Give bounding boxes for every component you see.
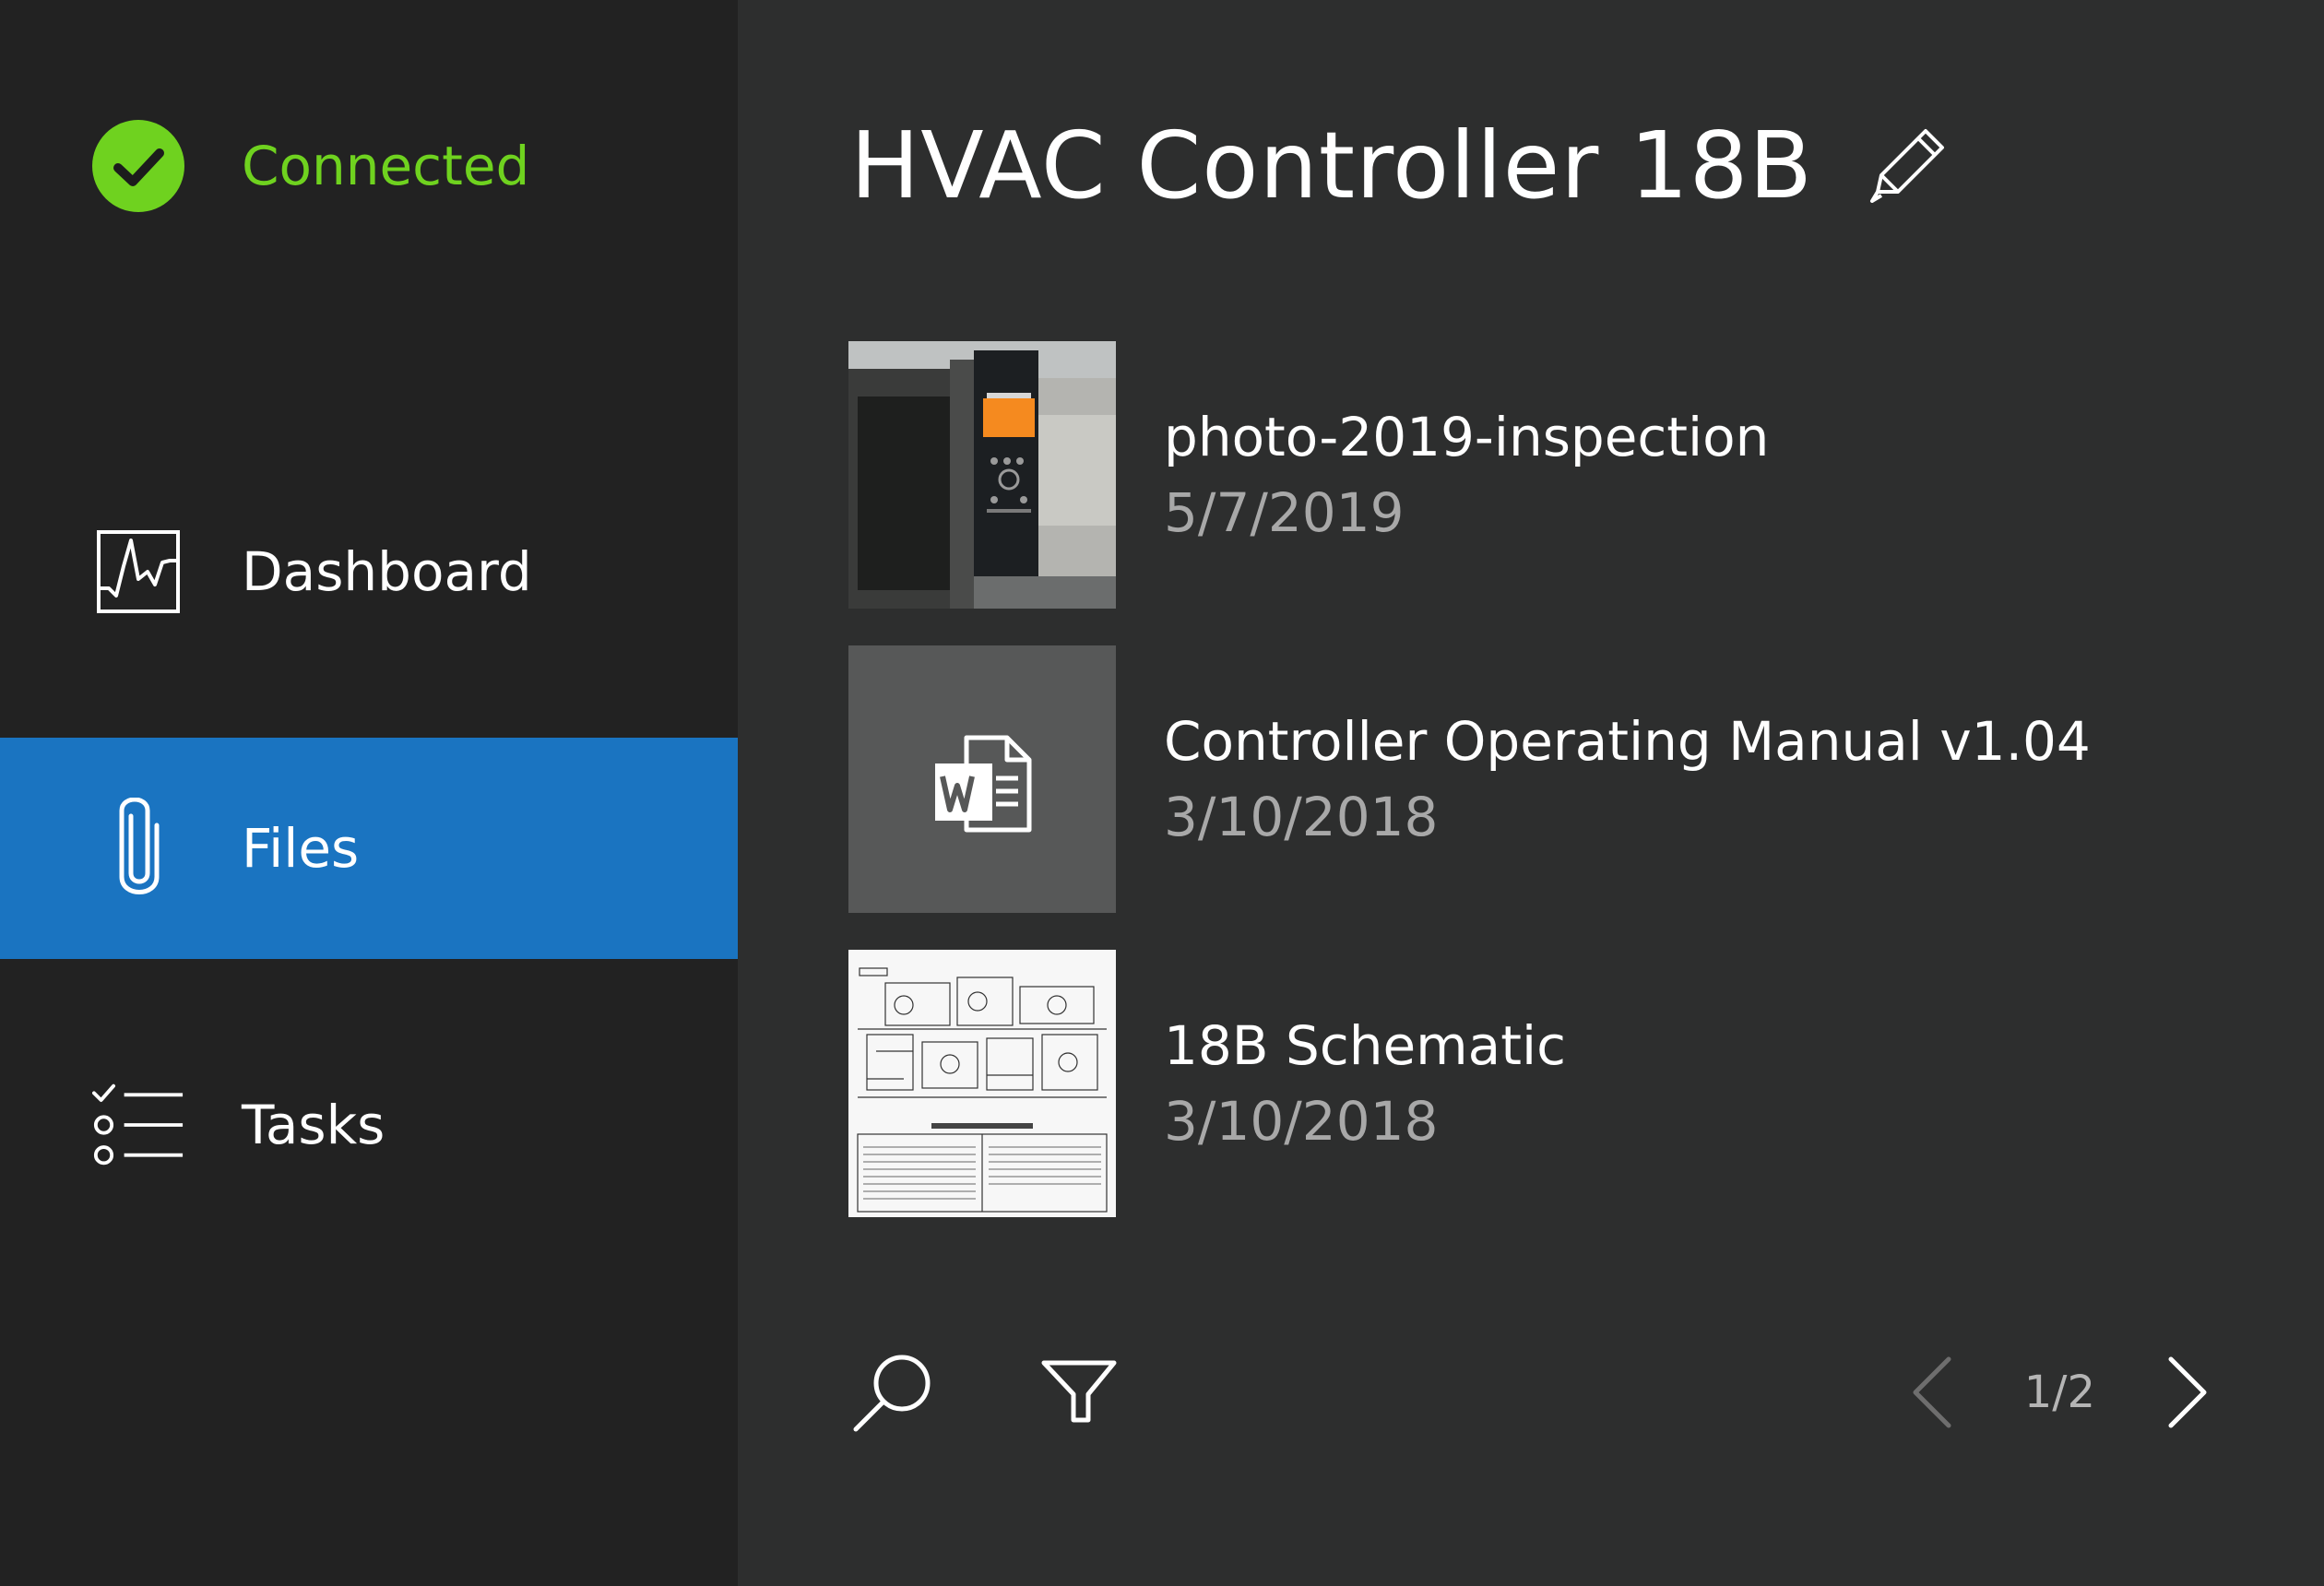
connection-status: Connected [92,120,529,212]
sidebar-item-label: Files [242,817,360,880]
sidebar-item-label: Tasks [242,1094,385,1156]
file-text: photo-2019-inspection 5/7/2019 [1164,404,1769,547]
file-text: Controller Operating Manual v1.04 3/10/2… [1164,708,2091,851]
sidebar: Connected Dashboard Files Tasks [0,0,738,1586]
photo-thumbnail [848,341,1116,609]
file-date: 3/10/2018 [1164,1090,1439,1153]
main-content: HVAC Controller 18B photo-2019-inspectio… [738,0,2324,1586]
checklist-icon [92,1079,184,1171]
search-icon[interactable] [848,1346,941,1438]
file-item[interactable]: 18B Schematic 3/10/2018 [848,950,2232,1217]
pager: 1/2 [1897,1346,2223,1438]
file-name: photo-2019-inspection [1164,405,1770,468]
title-row: HVAC Controller 18B [850,101,1950,231]
file-list: photo-2019-inspection 5/7/2019 Controlle… [848,341,2232,1254]
chevron-right-icon[interactable] [2158,1346,2223,1438]
file-name: Controller Operating Manual v1.04 [1164,709,2091,773]
sidebar-item-label: Dashboard [242,540,532,603]
page-indicator: 1/2 [2023,1367,2095,1418]
file-date: 5/7/2019 [1164,481,1405,544]
file-item[interactable]: Controller Operating Manual v1.04 3/10/2… [848,645,2232,913]
paperclip-icon [92,798,184,894]
connection-status-label: Connected [242,135,530,197]
sidebar-item-files[interactable]: Files [0,738,738,959]
pencil-icon[interactable] [1865,124,1950,208]
sidebar-item-tasks[interactable]: Tasks [0,1014,738,1236]
filter-icon[interactable] [1033,1346,1125,1438]
file-item[interactable]: photo-2019-inspection 5/7/2019 [848,341,2232,609]
file-date: 3/10/2018 [1164,786,1439,848]
schematic-thumbnail [848,950,1116,1217]
file-text: 18B Schematic 3/10/2018 [1164,1012,1566,1155]
chevron-left-icon[interactable] [1897,1346,1962,1438]
page-title: HVAC Controller 18B [850,112,1813,219]
word-document-icon [935,735,1032,833]
check-circle-icon [92,120,184,212]
sidebar-item-dashboard[interactable]: Dashboard [0,461,738,682]
file-name: 18B Schematic [1164,1013,1566,1077]
document-thumbnail [848,645,1116,913]
file-toolbar [848,1346,1125,1438]
dashboard-chart-icon [92,526,184,618]
